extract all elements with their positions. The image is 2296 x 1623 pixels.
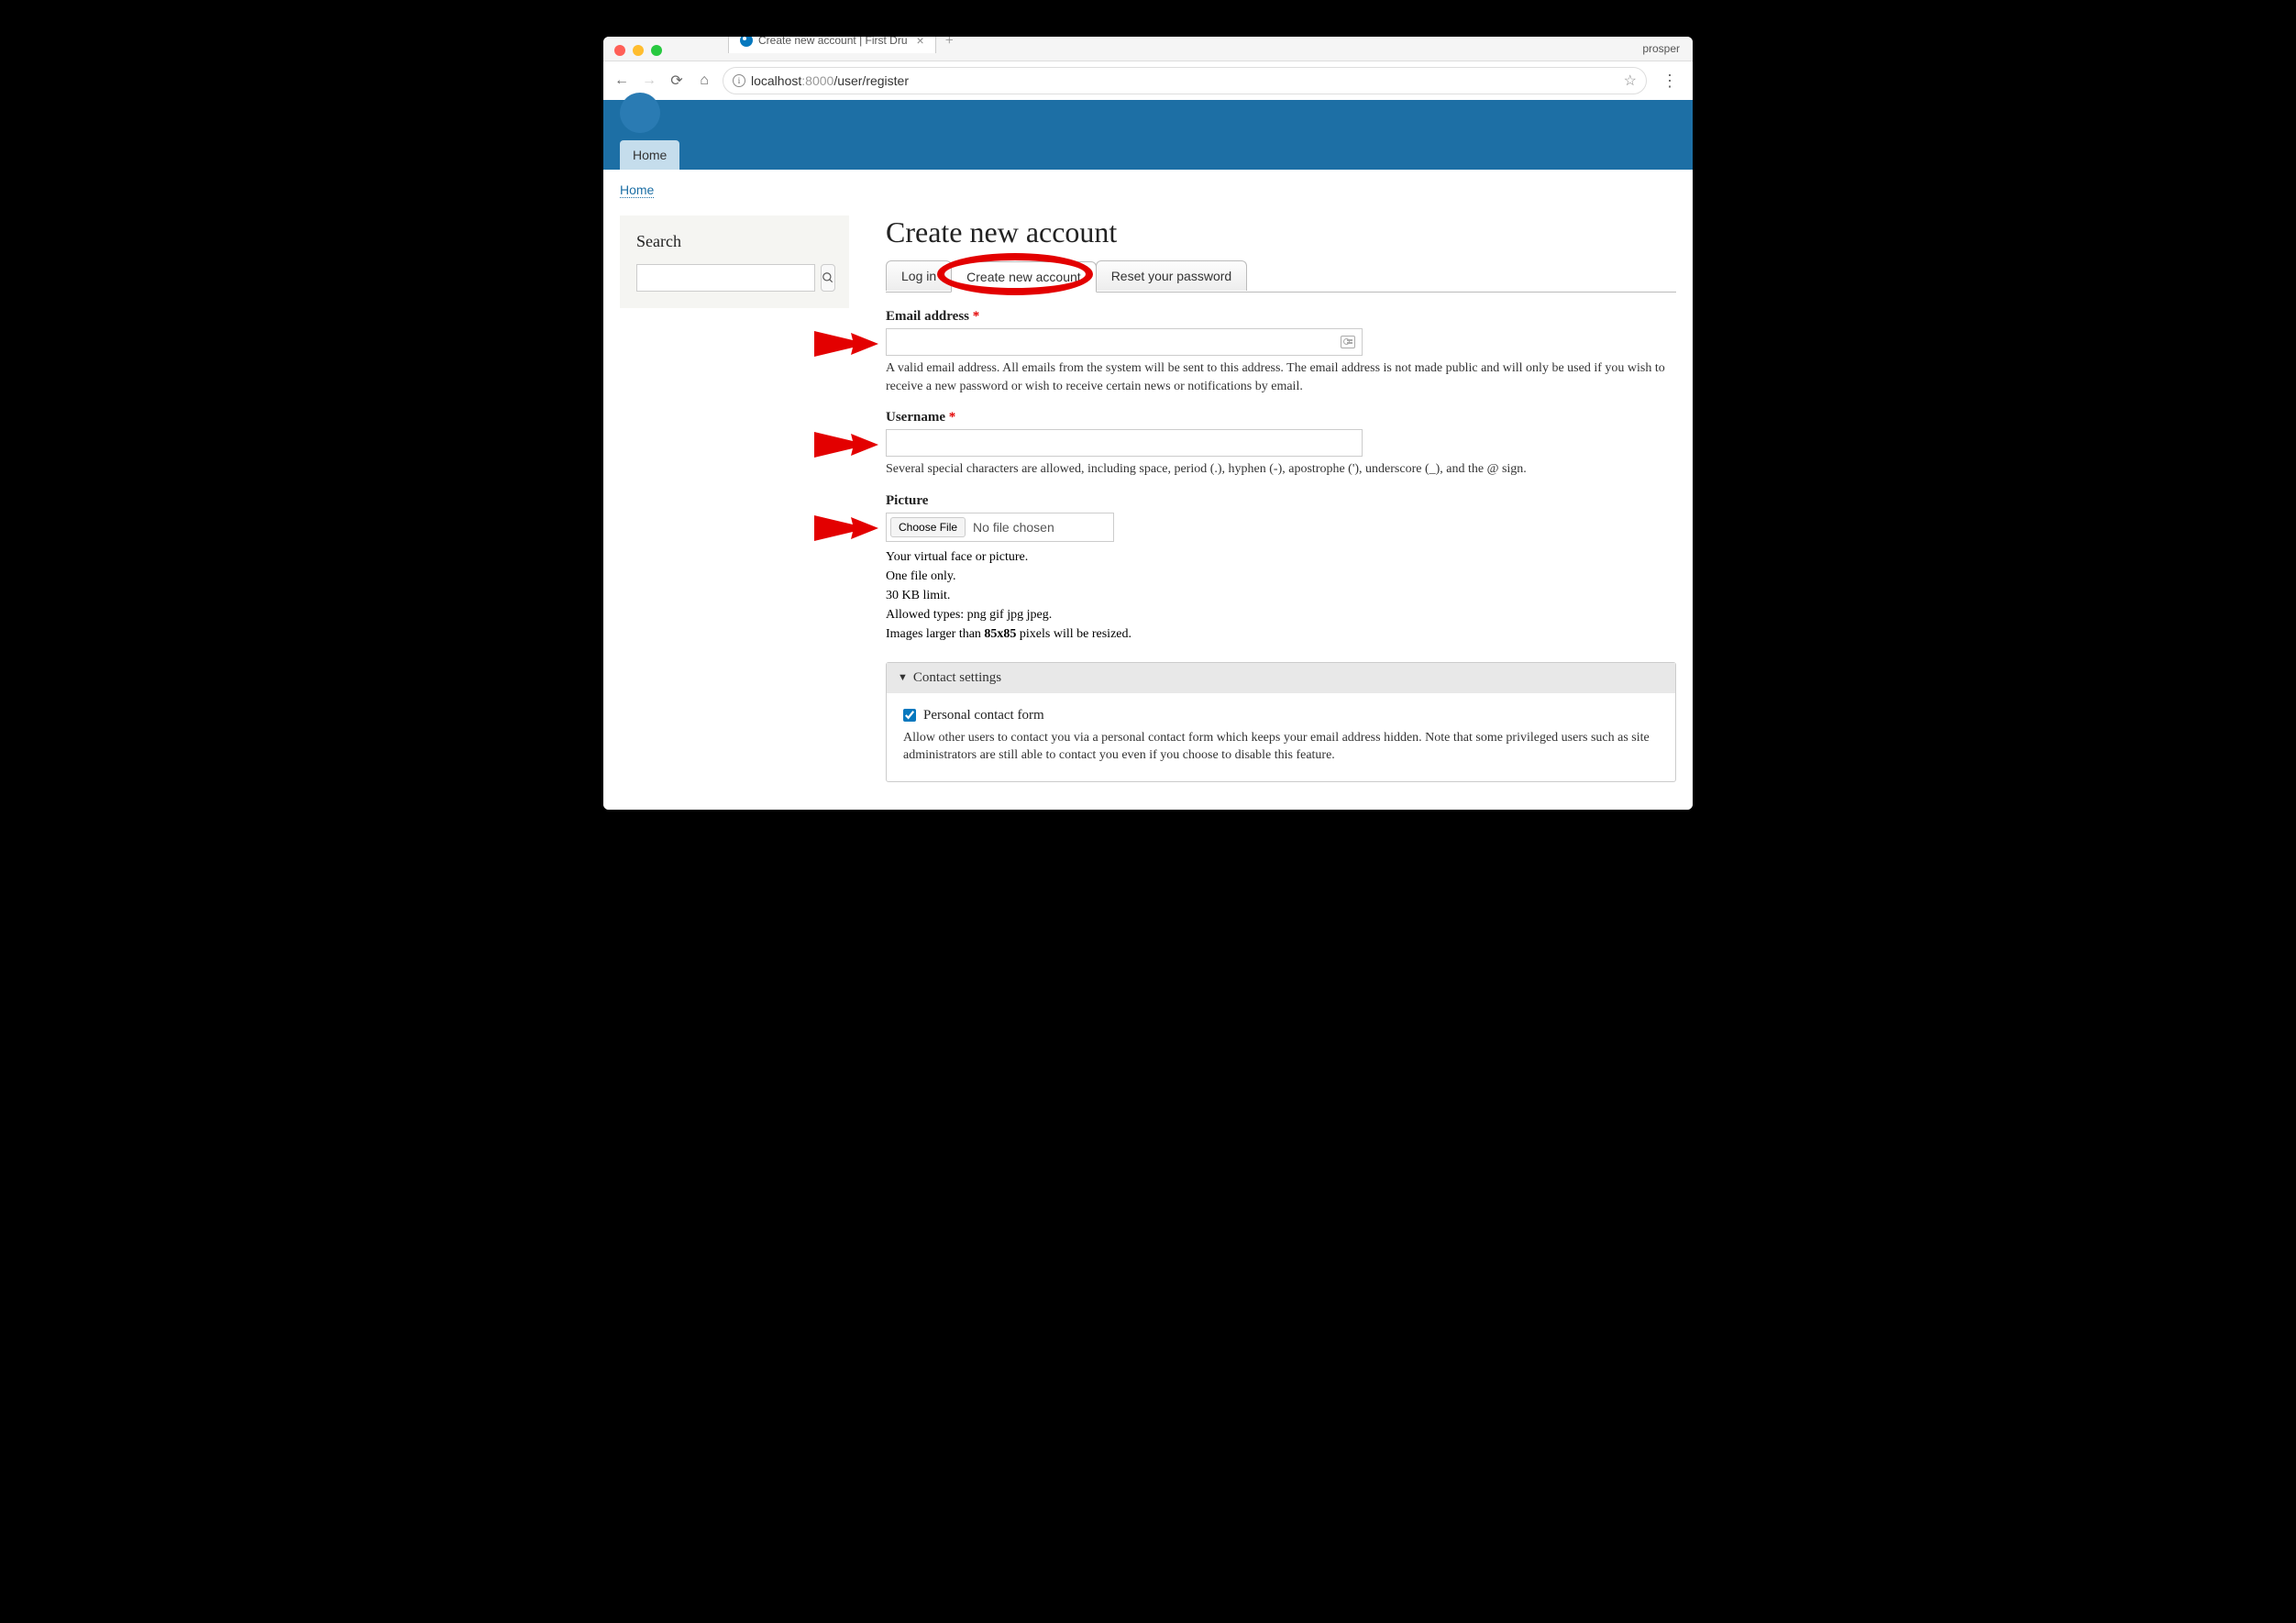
site-logo-icon[interactable] <box>620 93 660 133</box>
username-field[interactable] <box>886 429 1363 457</box>
primary-nav: Home <box>603 140 1693 170</box>
address-bar[interactable]: i localhost:8000/user/register ☆ <box>723 67 1647 94</box>
email-field[interactable] <box>886 328 1363 356</box>
forward-button[interactable]: → <box>640 72 658 90</box>
window-controls <box>603 38 673 60</box>
file-status: No file chosen <box>973 520 1109 535</box>
personal-contact-label[interactable]: Personal contact form <box>923 708 1044 723</box>
bookmark-star-icon[interactable]: ☆ <box>1624 72 1637 90</box>
url-host: localhost <box>751 73 801 88</box>
contact-card-icon <box>1341 336 1355 348</box>
personal-contact-checkbox[interactable] <box>903 709 916 722</box>
url-port: :8000 <box>801 73 833 88</box>
file-upload[interactable]: Choose File No file chosen <box>886 513 1114 542</box>
local-tasks-tabs: Log inCreate new accountReset your passw… <box>886 260 1676 293</box>
annotation-arrow-icon <box>814 428 878 461</box>
close-tab-icon[interactable]: × <box>917 37 924 48</box>
minimize-window-button[interactable] <box>633 45 644 56</box>
maximize-window-button[interactable] <box>651 45 662 56</box>
required-indicator: * <box>973 309 980 324</box>
nav-tab-home[interactable]: Home <box>620 140 679 170</box>
browser-chrome: Create new account | First Dru × + prosp… <box>603 37 1693 100</box>
main-content: Create new account Log inCreate new acco… <box>886 215 1676 782</box>
browser-tab-bar: Create new account | First Dru × + <box>673 37 963 53</box>
tab-reset-password[interactable]: Reset your password <box>1096 260 1248 291</box>
back-button[interactable]: ← <box>613 72 631 90</box>
form-item-picture: Picture Choose File No file chosen Your … <box>886 493 1676 644</box>
site-info-icon[interactable]: i <box>733 74 745 87</box>
browser-tab[interactable]: Create new account | First Dru × <box>728 37 936 53</box>
caret-down-icon: ▼ <box>898 672 908 683</box>
drupal-favicon-icon <box>740 37 753 47</box>
browser-menu-button[interactable]: ⋮ <box>1656 72 1683 91</box>
tab-title: Create new account | First Dru <box>758 37 908 47</box>
breadcrumb-home[interactable]: Home <box>620 182 654 198</box>
email-label: Email address * <box>886 309 1676 325</box>
search-icon <box>822 271 834 284</box>
page: Home Home Search <box>603 100 1693 810</box>
sidebar: Search <box>620 215 849 308</box>
search-button[interactable] <box>821 264 835 292</box>
browser-profile[interactable]: prosper <box>1629 37 1693 61</box>
browser-window: Create new account | First Dru × + prosp… <box>603 37 1693 810</box>
picture-label: Picture <box>886 493 1676 509</box>
contact-settings-panel: ▼ Contact settings Personal contact form… <box>886 662 1676 782</box>
breadcrumb: Home <box>620 182 1676 199</box>
address-bar-row: ← → ⟳ ⌂ i localhost:8000/user/register ☆… <box>603 61 1693 100</box>
close-window-button[interactable] <box>614 45 625 56</box>
username-description: Several special characters are allowed, … <box>886 460 1676 479</box>
search-block-title: Search <box>636 232 833 251</box>
picture-description: Your virtual face or picture. One file o… <box>886 547 1676 644</box>
form-item-username: Username * Several special characters ar… <box>886 410 1676 479</box>
new-tab-button[interactable]: + <box>936 37 963 53</box>
annotation-arrow-icon <box>814 512 878 545</box>
tab-login[interactable]: Log in <box>886 260 952 291</box>
reload-button[interactable]: ⟳ <box>668 72 686 90</box>
site-header <box>603 100 1693 140</box>
contact-settings-summary[interactable]: ▼ Contact settings <box>887 663 1675 693</box>
required-indicator: * <box>949 410 956 425</box>
choose-file-button[interactable]: Choose File <box>890 517 966 537</box>
page-title: Create new account <box>886 215 1676 249</box>
tab-create-account[interactable]: Create new account <box>951 261 1097 293</box>
form-item-email: Email address * A valid email address. A… <box>886 309 1676 395</box>
search-input[interactable] <box>636 264 815 292</box>
url-path: /user/register <box>833 73 909 88</box>
personal-contact-description: Allow other users to contact you via a p… <box>903 729 1659 765</box>
home-button[interactable]: ⌂ <box>695 72 713 90</box>
username-label: Username * <box>886 410 1676 425</box>
email-description: A valid email address. All emails from t… <box>886 359 1676 395</box>
annotation-arrow-icon <box>814 327 878 360</box>
